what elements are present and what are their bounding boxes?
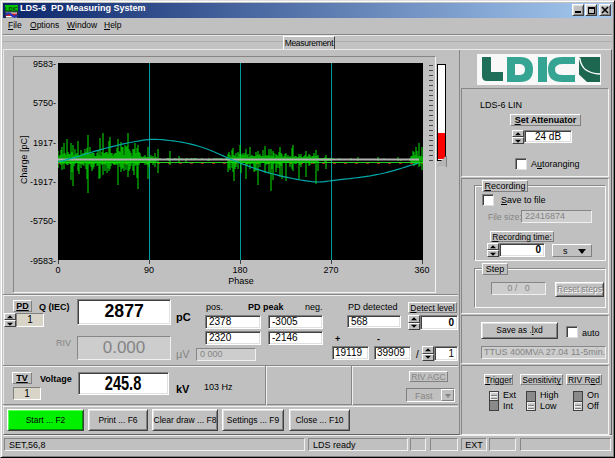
svg-text:LDIC: LDIC <box>5 6 18 12</box>
